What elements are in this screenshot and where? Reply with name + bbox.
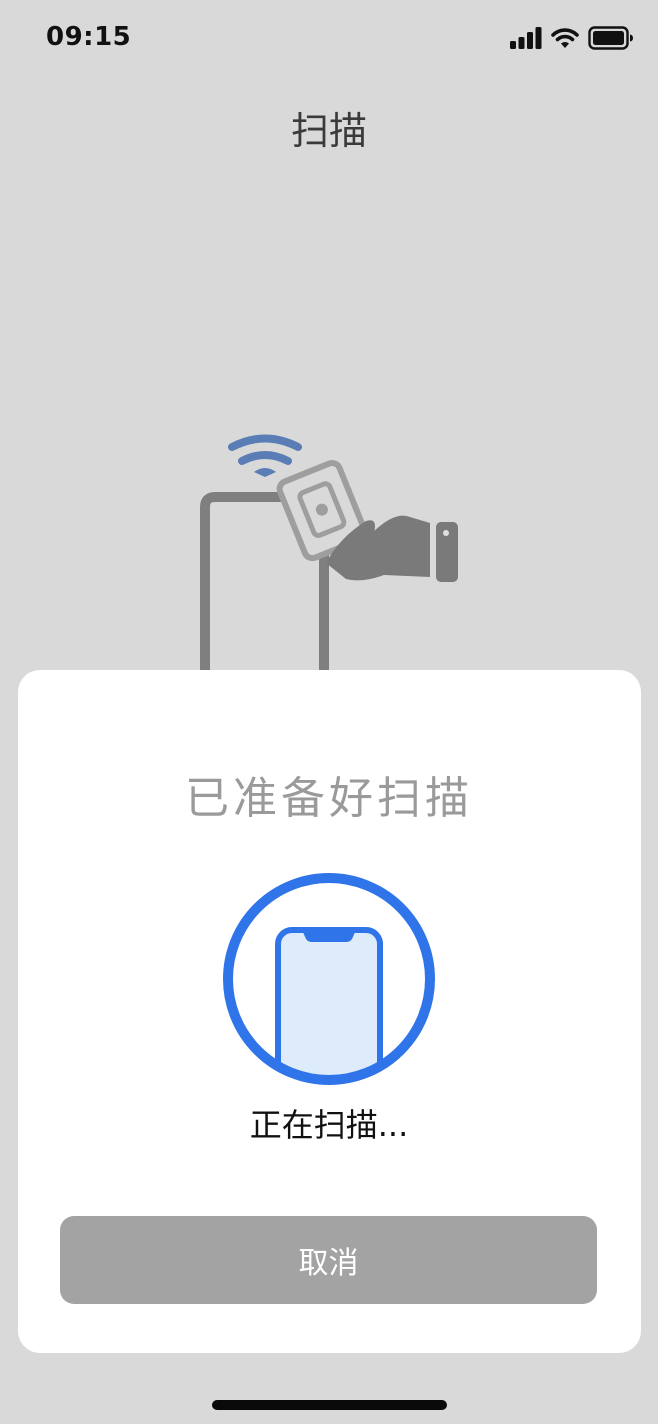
scan-status-text: 正在扫描... bbox=[249, 1106, 409, 1144]
status-bar: 09:15 bbox=[0, 0, 658, 82]
battery-icon bbox=[588, 26, 633, 50]
cancel-button[interactable]: 取消 bbox=[60, 1216, 597, 1304]
cellular-signal-icon bbox=[510, 27, 542, 49]
page-title: 扫描 bbox=[290, 109, 367, 153]
wifi-icon bbox=[551, 28, 579, 48]
status-time: 09:15 bbox=[46, 22, 132, 52]
home-indicator[interactable] bbox=[212, 1400, 447, 1410]
nfc-phone-tap-icon bbox=[200, 434, 458, 670]
phone-scan-icon bbox=[223, 873, 435, 1085]
status-icons bbox=[510, 26, 634, 50]
sheet-title: 已准备好扫描 bbox=[185, 773, 473, 824]
